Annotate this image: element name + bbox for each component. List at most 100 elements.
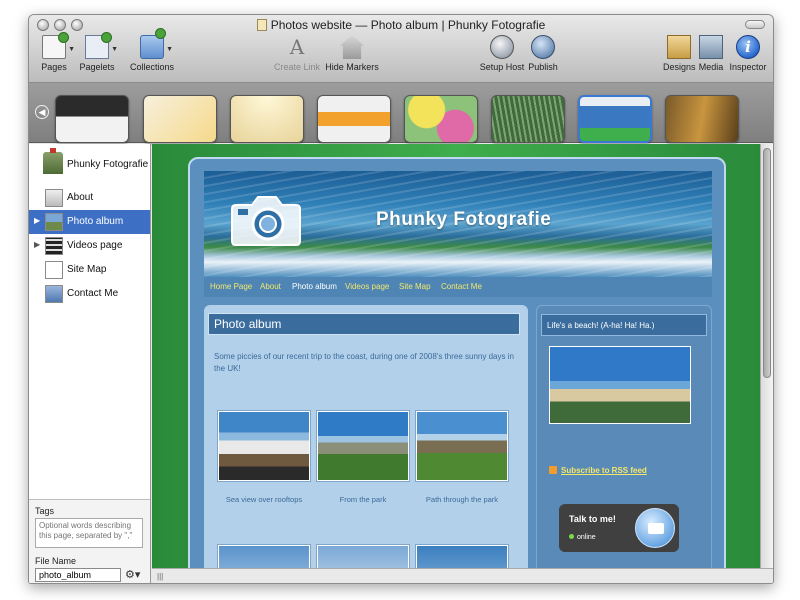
nav-link-videos-page[interactable]: Videos page	[345, 282, 389, 291]
nav-link-home-page[interactable]: Home Page	[210, 282, 252, 291]
sidebar-item-label: Site Map	[67, 264, 107, 275]
file-name-field[interactable]	[35, 568, 121, 582]
tags-field[interactable]	[35, 518, 143, 548]
intro-text: Some piccies of our recent trip to the c…	[214, 352, 514, 373]
photo-thumbnail[interactable]	[416, 545, 508, 570]
hide-markers-label: Hide Markers	[325, 62, 379, 72]
photo-thumbnail[interactable]	[218, 545, 310, 570]
dropdown-arrow-icon: ▼	[166, 46, 173, 53]
design-thumbnail[interactable]	[404, 95, 478, 143]
page-icon	[45, 189, 63, 207]
nav-link-contact-me[interactable]: Contact Me	[441, 282, 482, 291]
pagelet-title: Life's a beach! (A-ha! Ha! Ha.)	[541, 314, 707, 336]
chat-title: Talk to me!	[569, 514, 616, 524]
sidebar-item-photo-album[interactable]: ▶ Photo album	[29, 210, 150, 234]
beach-photo[interactable]	[549, 346, 691, 424]
contact-icon	[45, 285, 63, 303]
sidebar-item-label: About	[67, 192, 94, 203]
create-link-button[interactable]: A Create Link	[273, 35, 321, 72]
resize-grip-icon[interactable]: |||	[157, 572, 163, 581]
online-status-icon	[569, 534, 574, 539]
inspector-button[interactable]: i Inspector	[729, 35, 767, 72]
sidebar-pagelet: Life's a beach! (A-ha! Ha! Ha.) Subscrib…	[536, 305, 712, 570]
nav-link-site-map[interactable]: Site Map	[399, 282, 431, 291]
media-label: Media	[698, 62, 724, 72]
dropdown-arrow-icon: ▼	[68, 46, 75, 53]
inspector-label: Inspector	[729, 62, 767, 72]
publish-label: Publish	[528, 62, 558, 72]
window-title: Photos website — Photo album | Phunky Fo…	[270, 18, 546, 32]
pagelets-label: Pagelets	[79, 62, 115, 72]
house-icon	[340, 35, 364, 59]
site-outline: Phunky Fotografie About ▶ Photo album ▶ …	[29, 144, 151, 583]
chat-status: online	[569, 534, 596, 541]
main-content: Photo album Some piccies of our recent t…	[204, 305, 528, 570]
sidebar-item-label: Photo album	[67, 216, 124, 227]
page-title: Photo album	[208, 313, 520, 335]
designs-button[interactable]: Designs	[663, 35, 696, 72]
design-thumbnail[interactable]	[230, 95, 304, 143]
pagelets-icon: ▼	[85, 32, 118, 59]
photo-album-icon	[45, 213, 63, 231]
site-name: Phunky Fotografie	[67, 159, 149, 170]
design-thumbnail[interactable]	[143, 95, 217, 143]
rss-label: Subscribe to RSS feed	[561, 466, 647, 475]
design-thumbnail[interactable]	[55, 95, 129, 143]
design-chooser: ◀	[29, 83, 773, 143]
toolbar-toggle-button[interactable]	[745, 20, 765, 29]
photo-thumbnail[interactable]	[317, 545, 409, 570]
nav-link-about[interactable]: About	[260, 282, 281, 291]
sidebar-item-about[interactable]: About	[29, 186, 150, 210]
setup-host-button[interactable]: Setup Host	[479, 35, 525, 72]
design-thumbnail-selected[interactable]	[578, 95, 652, 143]
pages-button[interactable]: ▼ Pages	[37, 32, 75, 72]
sidebar-item-videos-page[interactable]: ▶ Videos page	[29, 234, 150, 258]
globe-icon	[490, 35, 514, 59]
design-thumbnail[interactable]	[665, 95, 739, 143]
scroll-thumb[interactable]	[763, 148, 771, 378]
web-page: Phunky Fotografie Home Page About Photo …	[188, 157, 726, 570]
pages-icon: ▼	[42, 32, 75, 59]
sidebar-item-contact-me[interactable]: Contact Me	[29, 282, 150, 306]
gear-icon[interactable]: ⚙▾	[125, 568, 140, 581]
setup-host-label: Setup Host	[479, 62, 525, 72]
create-link-label: Create Link	[273, 62, 321, 72]
photo-thumbnail[interactable]	[416, 411, 508, 481]
site-root-item[interactable]: Phunky Fotografie	[29, 148, 150, 180]
app-window: Photos website — Photo album | Phunky Fo…	[28, 14, 774, 584]
pagelets-button[interactable]: ▼ Pagelets	[77, 32, 118, 72]
horizontal-scrollbar[interactable]: |||	[152, 568, 773, 583]
designs-label: Designs	[663, 62, 696, 72]
sitemap-icon	[45, 261, 63, 279]
vertical-scrollbar[interactable]	[760, 144, 773, 570]
window-title-wrap: Photos website — Photo album | Phunky Fo…	[29, 18, 773, 32]
designs-icon	[667, 35, 691, 59]
photo-thumbnail[interactable]	[218, 411, 310, 481]
film-icon	[45, 237, 63, 255]
document-icon	[256, 19, 267, 31]
nav-link-photo-album[interactable]: Photo album	[292, 282, 337, 291]
chat-badge[interactable]: Talk to me! online	[559, 504, 679, 552]
site-navigation: Home Page About Photo album Videos page …	[204, 277, 712, 297]
photo-thumbnail[interactable]	[317, 411, 409, 481]
disclosure-triangle-icon[interactable]: ▶	[34, 240, 40, 249]
hide-markers-button[interactable]: Hide Markers	[325, 35, 379, 72]
page-banner: Phunky Fotografie	[204, 171, 712, 277]
sidebar-item-site-map[interactable]: Site Map	[29, 258, 150, 282]
pages-label: Pages	[41, 62, 67, 72]
scroll-left-icon[interactable]: ◀	[35, 105, 49, 119]
toolbar: Photos website — Photo album | Phunky Fo…	[29, 15, 773, 83]
media-button[interactable]: Media	[697, 35, 725, 72]
page-details-panel: Tags File Name ⚙▾	[29, 499, 150, 583]
design-thumbnail[interactable]	[491, 95, 565, 143]
design-thumbnail[interactable]	[317, 95, 391, 143]
sidebar-item-label: Contact Me	[67, 288, 119, 299]
collections-button[interactable]: ▼ Collections	[125, 28, 179, 72]
disclosure-triangle-icon[interactable]: ▶	[34, 216, 40, 225]
publish-button[interactable]: Publish	[527, 35, 559, 72]
photo-caption: Sea view over rooftops	[225, 495, 303, 504]
media-icon	[699, 35, 723, 59]
page-preview: Phunky Fotografie Home Page About Photo …	[152, 144, 762, 570]
rss-link[interactable]: Subscribe to RSS feed	[549, 466, 647, 475]
dropdown-arrow-icon: ▼	[111, 46, 118, 53]
